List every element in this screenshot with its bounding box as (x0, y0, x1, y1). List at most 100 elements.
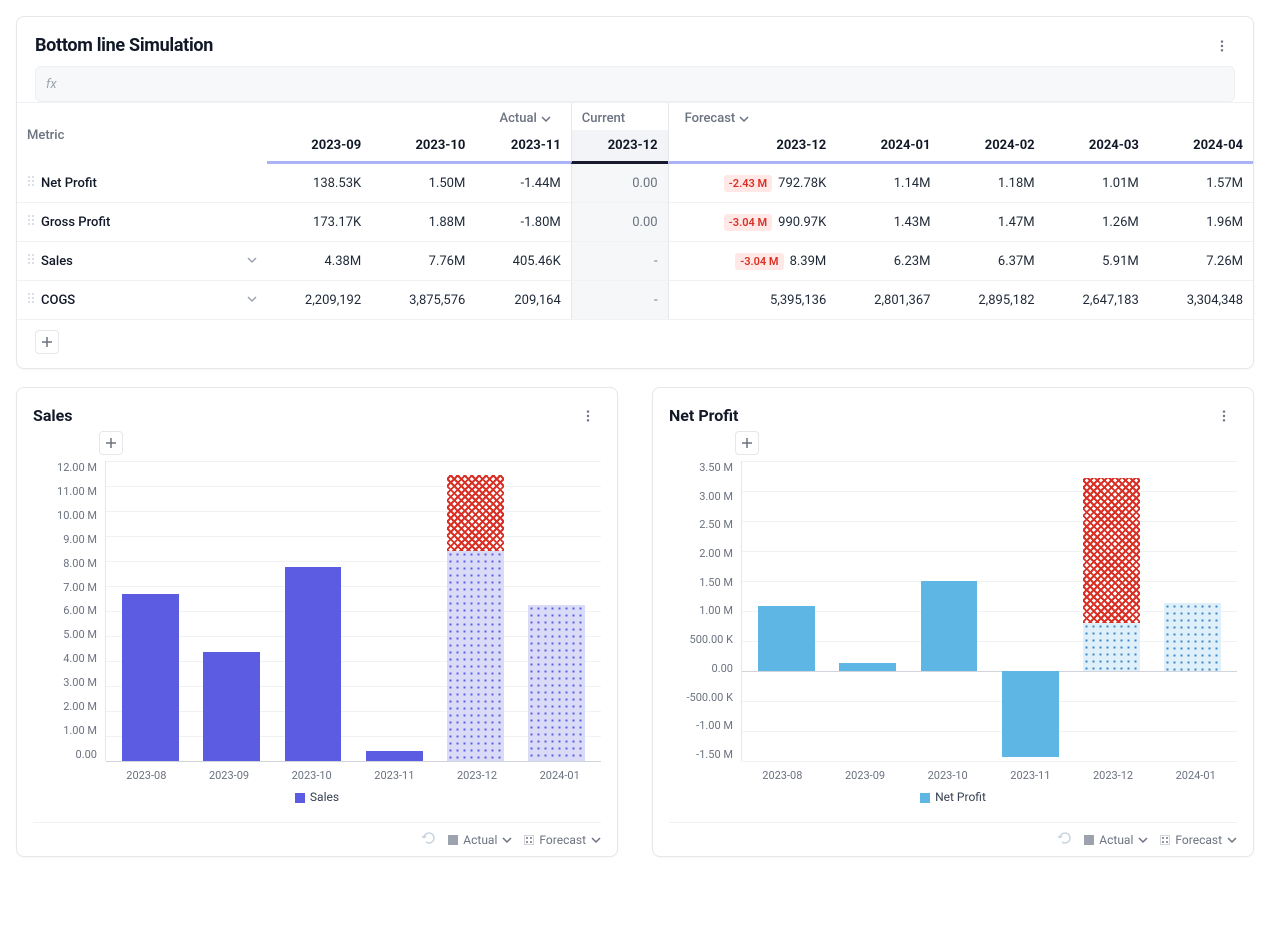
add-row-button[interactable] (35, 330, 59, 354)
table-row: Net Profit 138.53K1.50M-1.44M0.00-2.43 M7… (17, 164, 1253, 203)
data-cell[interactable]: 2,647,183 (1045, 281, 1149, 320)
plus-icon (41, 336, 53, 348)
metric-name: Gross Profit (41, 215, 110, 230)
data-cell[interactable]: 2,209,192 (267, 281, 371, 320)
data-cell[interactable]: 4.38M (267, 242, 371, 281)
bar[interactable] (827, 461, 908, 761)
column-header: 2024-02 (940, 130, 1044, 164)
bar[interactable] (191, 461, 272, 761)
data-cell[interactable]: 5.91M (1045, 242, 1149, 281)
sales-chart-menu[interactable] (575, 407, 601, 425)
data-cell[interactable]: -3.04 M8.39M (668, 242, 837, 281)
bar[interactable] (990, 461, 1071, 761)
bar[interactable] (1071, 461, 1152, 761)
data-cell[interactable]: 1.96M (1149, 203, 1253, 242)
column-header: 2023-10 (371, 130, 475, 164)
data-cell[interactable]: 6.37M (940, 242, 1044, 281)
data-cell[interactable]: 7.26M (1149, 242, 1253, 281)
bar[interactable] (272, 461, 353, 761)
bar[interactable] (435, 461, 516, 761)
netprofit-x-axis: 2023-082023-092023-102023-112023-122024-… (669, 769, 1237, 782)
data-cell[interactable]: - (571, 281, 668, 320)
data-cell[interactable]: 0.00 (571, 203, 668, 242)
data-cell[interactable]: 1.88M (371, 203, 475, 242)
expand-toggle[interactable] (247, 293, 257, 308)
actual-series-toggle[interactable]: Actual (1084, 833, 1148, 847)
plus-icon (105, 437, 117, 449)
data-cell[interactable]: 209,164 (475, 281, 570, 320)
bar[interactable] (516, 461, 597, 761)
data-cell[interactable]: 1.47M (940, 203, 1044, 242)
data-cell[interactable]: - (571, 242, 668, 281)
data-cell[interactable]: 1.01M (1045, 164, 1149, 203)
column-header: 2024-04 (1149, 130, 1253, 164)
drag-handle-icon[interactable] (27, 291, 35, 309)
data-cell[interactable]: -3.04 M990.97K (668, 203, 837, 242)
kebab-icon (581, 409, 595, 423)
netprofit-chart-add-button[interactable] (735, 431, 759, 455)
metric-cell[interactable]: Sales (17, 242, 267, 281)
bar[interactable] (908, 461, 989, 761)
data-cell[interactable]: 2,801,367 (836, 281, 940, 320)
delta-badge: -3.04 M (724, 214, 772, 231)
drag-handle-icon[interactable] (27, 174, 35, 192)
data-cell[interactable]: -1.80M (475, 203, 570, 242)
bar[interactable] (354, 461, 435, 761)
data-cell[interactable]: 173.17K (267, 203, 371, 242)
data-cell[interactable]: 405.46K (475, 242, 570, 281)
data-cell[interactable]: -1.44M (475, 164, 570, 203)
chevron-down-icon (541, 114, 551, 124)
data-cell[interactable]: 6.23M (836, 242, 940, 281)
formula-bar[interactable]: fx (35, 66, 1235, 102)
metric-name: Sales (41, 254, 73, 269)
data-cell[interactable]: 1.14M (836, 164, 940, 203)
actual-group-dropdown[interactable]: Actual (499, 111, 550, 126)
sales-chart-card: Sales 12.00 M11.00 M10.00 M9.00 M8.00 M7… (16, 387, 618, 857)
metric-cell[interactable]: Gross Profit (17, 203, 267, 242)
forecast-group-dropdown[interactable]: Forecast (685, 111, 750, 126)
table-row: Sales 4.38M7.76M405.46K--3.04 M8.39M6.23M… (17, 242, 1253, 281)
actual-series-toggle[interactable]: Actual (448, 833, 512, 847)
metric-column-header: Metric (17, 103, 267, 164)
more-menu-button[interactable] (1209, 37, 1235, 55)
bar[interactable] (110, 461, 191, 761)
column-header: 2023-12 (668, 130, 837, 164)
data-cell[interactable]: 1.18M (940, 164, 1044, 203)
data-cell[interactable]: 0.00 (571, 164, 668, 203)
column-header: 2023-12 (571, 130, 668, 164)
chevron-down-icon (247, 255, 257, 265)
netprofit-chart-menu[interactable] (1211, 407, 1237, 425)
metric-name: Net Profit (41, 176, 97, 191)
forecast-series-toggle[interactable]: Forecast (524, 833, 601, 847)
bar[interactable] (1152, 461, 1233, 761)
data-cell[interactable]: -2.43 M792.78K (668, 164, 837, 203)
data-cell[interactable]: 7.76M (371, 242, 475, 281)
forecast-series-toggle[interactable]: Forecast (1160, 833, 1237, 847)
undo-icon[interactable] (1056, 831, 1072, 848)
simulation-card: Bottom line Simulation fx Metric Actual … (16, 16, 1254, 369)
data-cell[interactable]: 3,875,576 (371, 281, 475, 320)
bar[interactable] (746, 461, 827, 761)
actual-swatch-icon (1084, 835, 1094, 845)
sales-chart-add-button[interactable] (99, 431, 123, 455)
chevron-down-icon (739, 114, 749, 124)
simulation-table: Metric Actual Current Forecast 2023-0920… (17, 103, 1253, 320)
sales-x-axis: 2023-082023-092023-102023-112023-122024-… (33, 769, 601, 782)
data-cell[interactable]: 3,304,348 (1149, 281, 1253, 320)
drag-handle-icon[interactable] (27, 252, 35, 270)
undo-icon[interactable] (420, 831, 436, 848)
data-cell[interactable]: 138.53K (267, 164, 371, 203)
data-cell[interactable]: 1.50M (371, 164, 475, 203)
metric-cell[interactable]: COGS (17, 281, 267, 320)
chevron-down-icon (502, 835, 512, 845)
data-cell[interactable]: 1.57M (1149, 164, 1253, 203)
data-cell[interactable]: 1.43M (836, 203, 940, 242)
drag-handle-icon[interactable] (27, 213, 35, 231)
kebab-icon (1217, 409, 1231, 423)
data-cell[interactable]: 5,395,136 (668, 281, 837, 320)
metric-cell[interactable]: Net Profit (17, 164, 267, 203)
data-cell[interactable]: 1.26M (1045, 203, 1149, 242)
data-cell[interactable]: 2,895,182 (940, 281, 1044, 320)
sales-y-axis: 12.00 M11.00 M10.00 M9.00 M8.00 M7.00 M6… (33, 461, 105, 761)
expand-toggle[interactable] (247, 254, 257, 269)
